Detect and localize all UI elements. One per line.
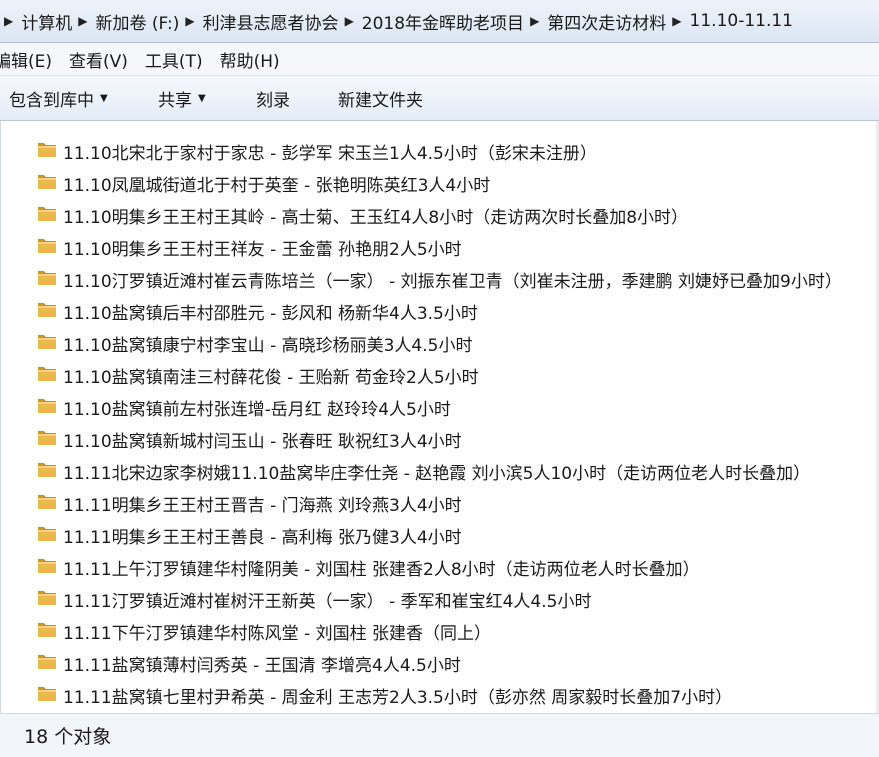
file-name: 11.11明集乡王王村王晋吉 - 门海燕 刘玲燕3人4小时 [63,496,462,516]
breadcrumb-item-project[interactable]: ▶ 2018年金晖助老项目 [339,9,525,34]
file-name: 11.10明集乡王王村王祥友 - 王金蕾 孙艳朋2人5小时 [63,240,462,260]
file-name: 11.10汀罗镇近滩村崔云青陈培兰（一家） - 刘振东崔卫青（刘崔未注册，季建鹏… [63,272,842,292]
breadcrumb-item-computer[interactable]: ▶ 计算机 [0,9,72,34]
file-list-item[interactable]: 11.10盐窝镇后丰村邵胜元 - 彭风和 杨新华4人3.5小时 [1,294,879,326]
file-name: 11.10盐窝镇康宁村李宝山 - 高晓珍杨丽美3人4.5小时 [63,336,473,356]
file-list-item[interactable]: 11.10明集乡王王村王其岭 - 高士菊、王玉红4人8小时（走访两次时长叠加8小… [1,198,879,230]
file-name: 11.10明集乡王王村王其岭 - 高士菊、王玉红4人8小时（走访两次时长叠加8小… [63,208,689,228]
folder-icon [38,655,56,669]
file-name: 11.10北宋北于家村于家忠 - 彭学军 宋玉兰1人4.5小时（彭宋未注册） [63,144,597,164]
file-list-item[interactable]: 11.11下午汀罗镇建华村陈风堂 - 刘国柱 张建香（同上） [1,614,879,646]
file-list-item[interactable]: 11.11上午汀罗镇建华村隆阴美 - 刘国柱 张建香2人8小时（走访两位老人时长… [1,550,879,582]
folder-icon [38,335,56,349]
file-list-item[interactable]: 11.10凤凰城街道北于村于英奎 - 张艳明陈英红3人4小时 [1,166,879,198]
chevron-right-icon[interactable]: ▶ [185,14,194,28]
folder-icon [38,687,56,701]
file-list-item[interactable]: 11.10盐窝镇新城村闫玉山 - 张春旺 耿祝红3人4小时 [1,422,879,454]
breadcrumb-label[interactable]: 新加卷 (F:) [95,9,179,34]
file-list-item[interactable]: 11.10汀罗镇近滩村崔云青陈培兰（一家） - 刘振东崔卫青（刘崔未注册，季建鹏… [1,262,879,294]
chevron-right-icon[interactable]: ▶ [78,14,87,28]
folder-icon [38,495,56,509]
file-list-item[interactable]: 11.11明集乡王王村王晋吉 - 门海燕 刘玲燕3人4小时 [1,486,879,518]
folder-icon [38,623,56,637]
file-name: 11.11盐窝镇七里村尹希英 - 周金利 王志芳2人3.5小时（彭亦然 周家毅时… [63,688,733,708]
file-list-item[interactable]: 11.10盐窝镇南洼三村薛花俊 - 王贻新 苟金玲2人5小时 [1,358,879,390]
breadcrumb-label[interactable]: 利津县志愿者协会 [203,9,339,34]
file-name: 11.11汀罗镇近滩村崔树汗王新英（一家） - 季军和崔宝红4人4.5小时 [63,592,592,612]
file-list-item[interactable]: 11.10盐窝镇前左村张连增-岳月红 赵玲玲4人5小时 [1,390,879,422]
menu-edit[interactable]: 编辑(E) [0,47,52,72]
folder-icon [38,271,56,285]
burn-button[interactable]: 刻录 [256,86,290,111]
file-list-item[interactable]: 11.10明集乡王王村王祥友 - 王金蕾 孙艳朋2人5小时 [1,230,879,262]
file-list-item[interactable]: 11.11北宋边家李树娥11.10盐窝毕庄李仕尧 - 赵艳霞 刘小滨5人10小时… [1,454,879,486]
folder-icon [38,143,56,157]
file-name: 11.11下午汀罗镇建华村陈风堂 - 刘国柱 张建香（同上） [63,624,492,644]
menu-tools[interactable]: 工具(T) [145,47,203,72]
chevron-right-icon[interactable]: ▶ [345,14,354,28]
file-list-item[interactable]: 11.11盐窝镇七里村尹希英 - 周金利 王志芳2人3.5小时（彭亦然 周家毅时… [1,678,879,710]
folder-icon [38,527,56,541]
folder-icon [38,399,56,413]
file-list-item[interactable]: 11.10盐窝镇康宁村李宝山 - 高晓珍杨丽美3人4.5小时 [1,326,879,358]
file-name: 11.11明集乡王王村王善良 - 高利梅 张乃健3人4小时 [63,528,462,548]
menu-help[interactable]: 帮助(H) [220,47,280,72]
folder-icon [38,175,56,189]
breadcrumb-item-drive[interactable]: ▶ 新加卷 (F:) [72,9,179,34]
breadcrumb-label[interactable]: 11.10-11.11 [690,11,793,31]
command-toolbar: 包含到库中 ▼ 共享 ▼ 刻录 新建文件夹 [0,76,879,121]
file-name: 11.10盐窝镇后丰村邵胜元 - 彭风和 杨新华4人3.5小时 [63,304,478,324]
new-folder-label: 新建文件夹 [338,91,423,111]
caret-down-icon: ▼ [198,93,206,104]
include-in-library-label: 包含到库中 [9,91,94,111]
file-list-item[interactable]: 11.11盐窝镇薄村闫秀英 - 王国清 李增亮4人4.5小时 [1,646,879,678]
caret-down-icon: ▼ [100,93,108,104]
breadcrumb-label[interactable]: 计算机 [21,9,72,34]
breadcrumb-label[interactable]: 2018年金晖助老项目 [362,9,524,34]
burn-label: 刻录 [256,91,290,111]
file-list-item[interactable]: 11.11汀罗镇近滩村崔树汗王新英（一家） - 季军和崔宝红4人4.5小时 [1,582,879,614]
share-label: 共享 [158,91,192,111]
folder-icon [38,591,56,605]
folder-icon [38,431,56,445]
object-count: 18 个对象 [24,726,112,748]
menu-view[interactable]: 查看(V) [69,47,128,72]
folder-icon [38,239,56,253]
address-bar[interactable]: ▶ 计算机 ▶ 新加卷 (F:) ▶ 利津县志愿者协会 ▶ 2018年金晖助老项… [0,0,879,43]
folder-icon [38,463,56,477]
file-name: 11.11上午汀罗镇建华村隆阴美 - 刘国柱 张建香2人8小时（走访两位老人时长… [63,560,700,580]
new-folder-button[interactable]: 新建文件夹 [338,86,423,111]
file-list-item[interactable]: 11.11明集乡王王村王善良 - 高利梅 张乃健3人4小时 [1,518,879,550]
chevron-right-icon[interactable]: ▶ [4,14,13,28]
breadcrumb-item-association[interactable]: ▶ 利津县志愿者协会 [179,9,338,34]
file-list[interactable]: 11.10北宋北于家村于家忠 - 彭学军 宋玉兰1人4.5小时（彭宋未注册） 11… [0,121,879,713]
file-name: 11.10盐窝镇前左村张连增-岳月红 赵玲玲4人5小时 [63,400,451,420]
folder-icon [38,367,56,381]
share-button[interactable]: 共享 ▼ [158,86,206,111]
file-name: 11.11盐窝镇薄村闫秀英 - 王国清 李增亮4人4.5小时 [63,656,461,676]
chevron-right-icon[interactable]: ▶ [672,14,681,28]
status-bar: 18 个对象 [0,713,879,757]
file-name: 11.10凤凰城街道北于村于英奎 - 张艳明陈英红3人4小时 [63,176,491,196]
breadcrumb-label[interactable]: 第四次走访材料 [547,9,666,34]
file-list-item[interactable]: 11.10北宋北于家村于家忠 - 彭学军 宋玉兰1人4.5小时（彭宋未注册） [1,134,879,166]
breadcrumb-item-current[interactable]: ▶ 11.10-11.11 [666,11,793,31]
menu-bar: 编辑(E) 查看(V) 工具(T) 帮助(H) [0,43,879,76]
file-name: 11.10盐窝镇南洼三村薛花俊 - 王贻新 苟金玲2人5小时 [63,368,479,388]
breadcrumb-item-visit-materials[interactable]: ▶ 第四次走访材料 [524,9,666,34]
file-name: 11.11北宋边家李树娥11.10盐窝毕庄李仕尧 - 赵艳霞 刘小滨5人10小时… [63,464,811,484]
folder-icon [38,559,56,573]
folder-icon [38,303,56,317]
include-in-library-button[interactable]: 包含到库中 ▼ [9,86,108,111]
chevron-right-icon[interactable]: ▶ [530,14,539,28]
folder-icon [38,207,56,221]
file-name: 11.10盐窝镇新城村闫玉山 - 张春旺 耿祝红3人4小时 [63,432,462,452]
